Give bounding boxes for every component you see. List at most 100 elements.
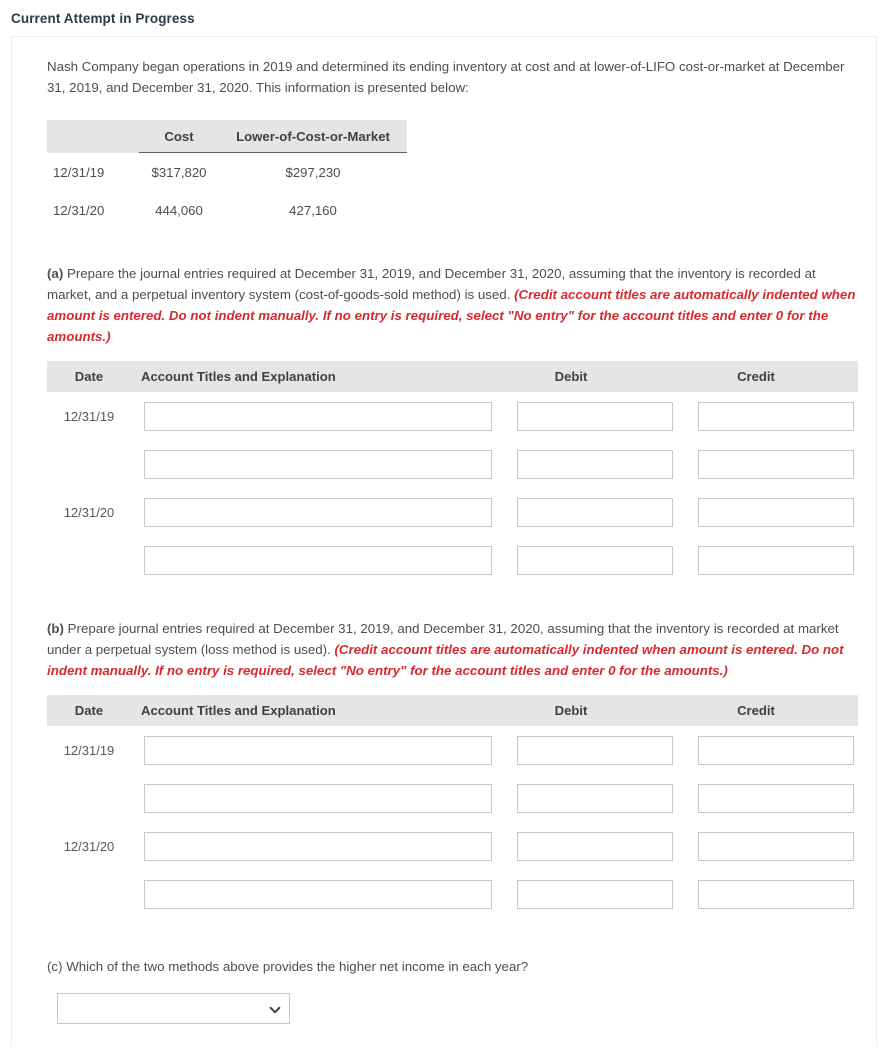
cost-lcm-row-cost: $317,820	[151, 165, 207, 181]
cost-lcm-header-row: Cost Lower-of-Cost-or-Market	[47, 120, 407, 154]
journal-a-row-3-credit-cell	[674, 545, 858, 575]
journal-b-row-2-credit-input[interactable]	[698, 831, 854, 861]
table-row: 12/31/19	[47, 726, 858, 774]
journal-b-row-2-credit-cell	[674, 831, 858, 861]
cost-lcm-header-cost: Cost	[139, 120, 219, 154]
question-page: Current Attempt in Progress Nash Company…	[0, 0, 886, 1049]
part-a-label: (a)	[47, 266, 64, 282]
journal-b-row-0-debit-cell	[495, 735, 674, 765]
part-c-label: (c)	[47, 959, 63, 975]
question-card: Nash Company began operations in 2019 an…	[11, 36, 877, 1046]
journal-b-row-3-debit-input[interactable]	[517, 879, 673, 909]
part-c-method-select[interactable]: Cost-of-goods-sold methodLoss method	[57, 993, 290, 1025]
table-row	[47, 870, 858, 918]
journal-b-row-2-date: 12/31/20	[63, 838, 115, 854]
journal-b-row-0-debit-input[interactable]	[517, 735, 673, 765]
journal-b-row-0-account-cell	[131, 735, 495, 765]
journal-a-row-3-debit-input[interactable]	[517, 545, 673, 575]
journal-a-row-1-account-input[interactable]	[144, 449, 492, 479]
journal-a-row-0-debit-cell	[495, 401, 674, 431]
journal-b-header-credit: Credit	[737, 703, 775, 719]
journal-b-row-1-account-cell	[131, 783, 495, 813]
journal-b-row-2-debit-cell	[495, 831, 674, 861]
journal-a-row-1-credit-cell	[674, 449, 858, 479]
journal-a-row-2-account-input[interactable]	[144, 497, 492, 527]
journal-a-row-0-account-input[interactable]	[144, 401, 492, 431]
journal-a-header-credit: Credit	[737, 369, 775, 385]
journal-a-row-0-date: 12/31/19	[63, 408, 115, 424]
journal-b-row-3-account-input[interactable]	[144, 879, 492, 909]
journal-b-row-2-account-input[interactable]	[144, 831, 492, 861]
part-c-question: (c) Which of the two methods above provi…	[47, 956, 858, 977]
cost-lcm-header-blank	[47, 120, 139, 153]
journal-b-row-1-debit-cell	[495, 783, 674, 813]
journal-b-row-1-credit-input[interactable]	[698, 783, 854, 813]
journal-a-header-debit: Debit	[554, 369, 588, 385]
table-row: 12/31/20 444,060 427,160	[47, 191, 407, 229]
journal-a-row-1-debit-cell	[495, 449, 674, 479]
table-row: 12/31/19	[47, 392, 858, 440]
journal-b-row-0-date: 12/31/19	[63, 742, 115, 758]
journal-a-row-0-credit-cell	[674, 401, 858, 431]
journal-a-row-1-credit-input[interactable]	[698, 449, 854, 479]
journal-a-header-row: Date Account Titles and Explanation Debi…	[47, 361, 858, 393]
journal-a-row-1-account-cell	[131, 449, 495, 479]
journal-a-row-2-date: 12/31/20	[63, 504, 115, 520]
journal-entry-table-a: Date Account Titles and Explanation Debi…	[47, 361, 858, 584]
journal-a-row-2-credit-input[interactable]	[698, 497, 854, 527]
cost-lcm-row-date: 12/31/20	[53, 203, 105, 219]
journal-a-row-3-credit-input[interactable]	[698, 545, 854, 575]
table-row: 12/31/20	[47, 822, 858, 870]
journal-a-row-3-debit-cell	[495, 545, 674, 575]
journal-b-row-3-credit-cell	[674, 879, 858, 909]
table-row	[47, 536, 858, 584]
journal-b-row-3-account-cell	[131, 879, 495, 909]
journal-b-row-1-credit-cell	[674, 783, 858, 813]
journal-b-row-2-debit-input[interactable]	[517, 831, 673, 861]
journal-b-row-1-debit-input[interactable]	[517, 783, 673, 813]
journal-b-row-2-account-cell	[131, 831, 495, 861]
journal-a-row-2-debit-cell	[495, 497, 674, 527]
journal-a-row-0-account-cell	[131, 401, 495, 431]
journal-a-row-2-credit-cell	[674, 497, 858, 527]
journal-a-row-0-debit-input[interactable]	[517, 401, 673, 431]
intro-paragraph: Nash Company began operations in 2019 an…	[47, 59, 845, 95]
cost-lcm-table-body: 12/31/19 $317,820 $297,230 12/31/20 444,…	[47, 153, 407, 230]
cost-lcm-table-head: Cost Lower-of-Cost-or-Market	[47, 120, 407, 154]
journal-b-row-1-account-input[interactable]	[144, 783, 492, 813]
journal-b-row-0-account-input[interactable]	[144, 735, 492, 765]
journal-b-row-0-credit-cell	[674, 735, 858, 765]
journal-b-header-account: Account Titles and Explanation	[141, 703, 336, 719]
part-c-body: Which of the two methods above provides …	[62, 959, 529, 975]
cost-lcm-table: Cost Lower-of-Cost-or-Market 12/31/19 $3…	[47, 120, 407, 229]
journal-a-row-1-debit-input[interactable]	[517, 449, 673, 479]
table-row	[47, 774, 858, 822]
attempt-status-heading: Current Attempt in Progress	[11, 11, 195, 26]
journal-a-row-2-debit-input[interactable]	[517, 497, 673, 527]
cost-lcm-row-lcm: $297,230	[285, 165, 341, 181]
journal-a-row-3-account-input[interactable]	[144, 545, 492, 575]
cost-lcm-row-lcm: 427,160	[289, 203, 337, 219]
journal-b-header-date: Date	[74, 703, 104, 719]
journal-b-header-debit: Debit	[554, 703, 588, 719]
table-row: 12/31/20	[47, 488, 858, 536]
part-c-answer-wrap: Cost-of-goods-sold methodLoss method	[57, 993, 290, 1025]
journal-b-row-0-credit-input[interactable]	[698, 735, 854, 765]
journal-a-row-3-account-cell	[131, 545, 495, 575]
journal-entry-table-b: Date Account Titles and Explanation Debi…	[47, 695, 858, 918]
journal-a-header-account: Account Titles and Explanation	[141, 369, 336, 385]
part-a-instructions: (a) Prepare the journal entries required…	[47, 263, 858, 347]
cost-lcm-header-lcm: Lower-of-Cost-or-Market	[219, 120, 407, 154]
journal-b-row-3-debit-cell	[495, 879, 674, 909]
journal-b-row-3-credit-input[interactable]	[698, 879, 854, 909]
journal-b-header-row: Date Account Titles and Explanation Debi…	[47, 695, 858, 727]
cost-lcm-row-date: 12/31/19	[53, 164, 105, 180]
table-row: 12/31/19 $317,820 $297,230	[47, 153, 407, 192]
journal-a-row-2-account-cell	[131, 497, 495, 527]
journal-a-header-date: Date	[74, 369, 104, 385]
table-row	[47, 440, 858, 488]
cost-lcm-row-cost: 444,060	[155, 203, 203, 219]
part-b-instructions: (b) Prepare journal entries required at …	[47, 618, 858, 681]
part-b-label: (b)	[47, 621, 64, 637]
journal-a-row-0-credit-input[interactable]	[698, 401, 854, 431]
